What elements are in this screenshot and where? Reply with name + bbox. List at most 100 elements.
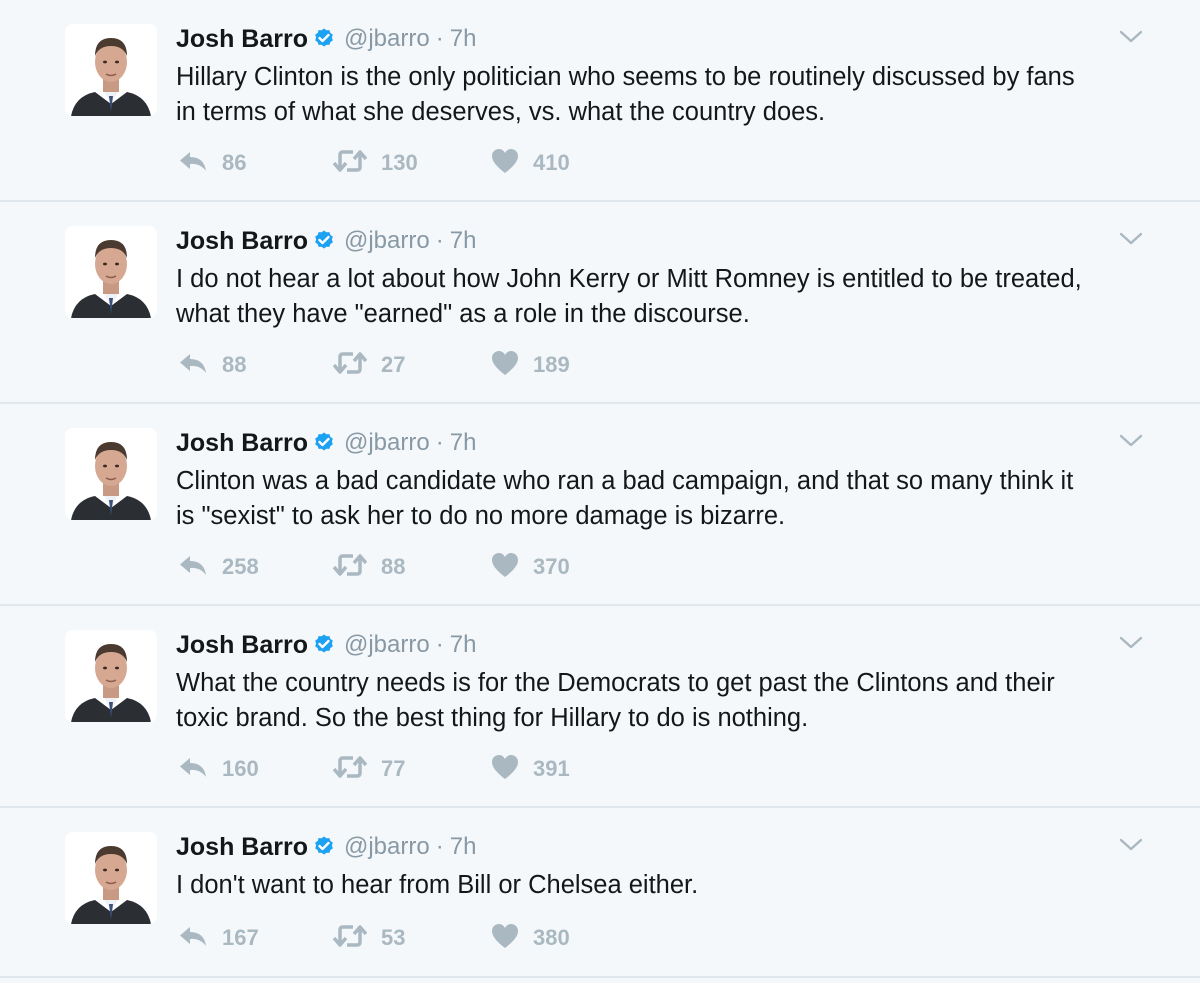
heart-icon <box>491 148 519 179</box>
tweet-text: Hillary Clinton is the only politician w… <box>176 63 1075 126</box>
author-handle[interactable]: @jbarro <box>344 429 430 457</box>
tweet-timestamp[interactable]: 7h <box>450 429 477 457</box>
reply-button[interactable]: 86 <box>178 149 333 178</box>
reply-icon <box>178 924 208 953</box>
reply-icon <box>178 553 208 582</box>
tweet-timestamp[interactable]: 7h <box>450 25 477 53</box>
retweet-button[interactable]: 27 <box>332 350 491 381</box>
retweet-icon <box>332 350 368 381</box>
tweet-header: Josh Barro @jbarro · 7h <box>176 832 476 862</box>
verified-badge-icon <box>312 431 336 455</box>
tweet-actions: 160 77 391 <box>178 754 611 784</box>
author-name[interactable]: Josh Barro <box>176 833 308 862</box>
tweet[interactable]: Josh Barro @jbarro · 7h Clinton was a ba… <box>0 404 1200 606</box>
retweet-button[interactable]: 130 <box>332 148 491 179</box>
reply-button[interactable]: 160 <box>178 755 333 784</box>
heart-icon <box>491 754 519 785</box>
tweet-timestamp[interactable]: 7h <box>450 227 477 255</box>
tweet[interactable]: Josh Barro @jbarro · 7h What the country… <box>0 606 1200 808</box>
like-count: 189 <box>533 352 570 377</box>
chevron-down-icon[interactable] <box>1118 28 1144 46</box>
retweet-icon <box>332 923 368 954</box>
chevron-down-icon[interactable] <box>1118 634 1144 652</box>
separator-dot: · <box>435 227 444 254</box>
author-handle[interactable]: @jbarro <box>344 25 430 53</box>
separator-dot: · <box>435 833 444 860</box>
avatar[interactable] <box>65 24 157 116</box>
separator-dot: · <box>435 429 444 456</box>
verified-badge-icon <box>312 229 336 253</box>
verified-badge-icon <box>312 633 336 657</box>
chevron-down-icon[interactable] <box>1118 432 1144 450</box>
tweet-timestamp[interactable]: 7h <box>450 833 477 861</box>
like-button[interactable]: 410 <box>491 148 611 179</box>
reply-count: 88 <box>222 352 247 377</box>
author-name[interactable]: Josh Barro <box>176 631 308 660</box>
retweet-icon <box>332 754 368 785</box>
tweet-actions: 167 53 380 <box>178 923 611 953</box>
avatar[interactable] <box>65 428 157 520</box>
author-handle[interactable]: @jbarro <box>344 631 430 659</box>
separator-dot: · <box>435 25 444 52</box>
retweet-icon <box>332 552 368 583</box>
tweet[interactable]: Josh Barro @jbarro · 7h Hillary Clinton … <box>0 0 1200 202</box>
tweet-actions: 258 88 370 <box>178 552 611 582</box>
heart-icon <box>491 923 519 954</box>
retweet-count: 53 <box>381 925 406 950</box>
like-count: 370 <box>533 554 570 579</box>
reply-count: 86 <box>222 150 247 175</box>
retweet-count: 27 <box>381 352 406 377</box>
retweet-icon <box>332 148 368 179</box>
tweet-header: Josh Barro @jbarro · 7h <box>176 428 476 458</box>
like-count: 380 <box>533 925 570 950</box>
tweet-actions: 86 130 410 <box>178 148 611 178</box>
author-name[interactable]: Josh Barro <box>176 25 308 54</box>
like-button[interactable]: 380 <box>491 923 611 954</box>
author-handle[interactable]: @jbarro <box>344 227 430 255</box>
reply-button[interactable]: 258 <box>178 553 333 582</box>
reply-icon <box>178 149 208 178</box>
like-count: 391 <box>533 756 570 781</box>
tweet-text: Clinton was a bad candidate who ran a ba… <box>176 467 1074 530</box>
reply-icon <box>178 755 208 784</box>
like-count: 410 <box>533 150 570 175</box>
tweet[interactable]: Josh Barro @jbarro · 7h I do not hear a … <box>0 202 1200 404</box>
retweet-count: 88 <box>381 554 406 579</box>
chevron-down-icon[interactable] <box>1118 230 1144 248</box>
author-name[interactable]: Josh Barro <box>176 227 308 256</box>
avatar[interactable] <box>65 226 157 318</box>
retweet-button[interactable]: 88 <box>332 552 491 583</box>
like-button[interactable]: 189 <box>491 350 611 381</box>
reply-button[interactable]: 88 <box>178 351 333 380</box>
reply-icon <box>178 351 208 380</box>
reply-count: 258 <box>222 554 259 579</box>
reply-button[interactable]: 167 <box>178 924 333 953</box>
tweet[interactable]: Josh Barro @jbarro · 7h I don't want to … <box>0 808 1200 978</box>
like-button[interactable]: 370 <box>491 552 611 583</box>
author-handle[interactable]: @jbarro <box>344 833 430 861</box>
avatar[interactable] <box>65 630 157 722</box>
separator-dot: · <box>435 631 444 658</box>
retweet-button[interactable]: 77 <box>332 754 491 785</box>
tweet-header: Josh Barro @jbarro · 7h <box>176 630 476 660</box>
tweet-header: Josh Barro @jbarro · 7h <box>176 226 476 256</box>
tweet-text: What the country needs is for the Democr… <box>176 669 1055 732</box>
tweet-timeline: Josh Barro @jbarro · 7h Hillary Clinton … <box>0 0 1200 983</box>
retweet-count: 130 <box>381 150 418 175</box>
heart-icon <box>491 552 519 583</box>
avatar[interactable] <box>65 832 157 924</box>
reply-count: 167 <box>222 925 259 950</box>
reply-count: 160 <box>222 756 259 781</box>
verified-badge-icon <box>312 835 336 859</box>
like-button[interactable]: 391 <box>491 754 611 785</box>
verified-badge-icon <box>312 27 336 51</box>
tweet-actions: 88 27 189 <box>178 350 611 380</box>
tweet-text: I do not hear a lot about how John Kerry… <box>176 265 1082 328</box>
author-name[interactable]: Josh Barro <box>176 429 308 458</box>
retweet-button[interactable]: 53 <box>332 923 491 954</box>
tweet-timestamp[interactable]: 7h <box>450 631 477 659</box>
tweet-text: I don't want to hear from Bill or Chelse… <box>176 871 699 899</box>
chevron-down-icon[interactable] <box>1118 836 1144 854</box>
tweet-header: Josh Barro @jbarro · 7h <box>176 24 476 54</box>
retweet-count: 77 <box>381 756 406 781</box>
